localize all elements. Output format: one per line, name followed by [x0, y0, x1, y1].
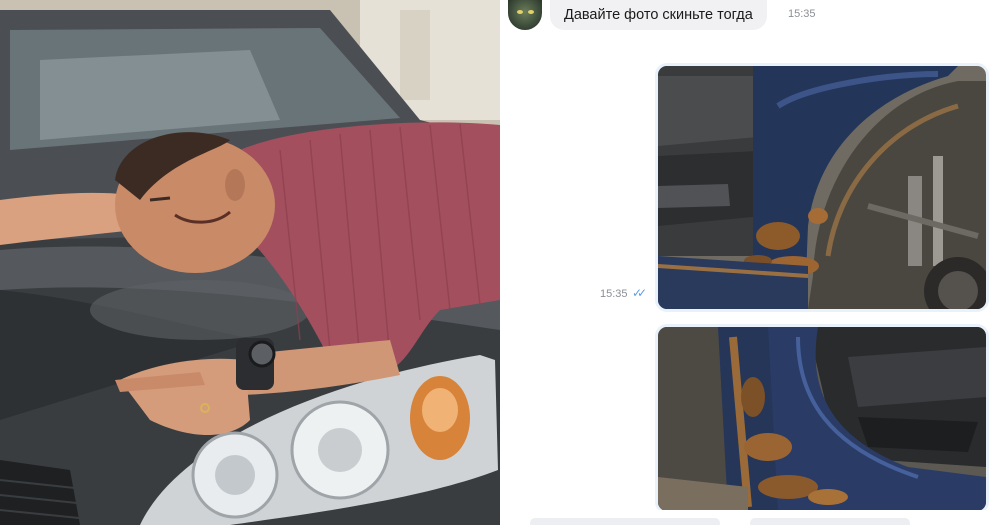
double-check-icon: ✓✓: [632, 286, 647, 300]
avatar-detail: [528, 10, 534, 14]
avatar-detail: [517, 10, 523, 14]
rust-photo-illustration: [658, 66, 986, 309]
incoming-message-text: Давайте фото скиньте тогда: [564, 7, 753, 23]
incoming-message-bubble[interactable]: Давайте фото скиньте тогда: [550, 0, 767, 30]
man-hugging-car-photo: [0, 0, 500, 525]
outgoing-photo-1[interactable]: [655, 63, 989, 312]
composer-placeholder-bar[interactable]: [530, 518, 720, 525]
chat-panel: Давайте фото скиньте тогда 15:35 15:35 ✓…: [500, 0, 1000, 525]
sender-avatar[interactable]: [508, 0, 542, 30]
photo-rusty-rocker-panel: [658, 327, 986, 511]
outgoing-message-time: 15:35: [600, 288, 628, 300]
rust-photo-illustration: [658, 327, 986, 511]
outgoing-photo-2[interactable]: [655, 324, 989, 514]
incoming-message-time: 15:35: [788, 8, 816, 20]
photo-illustration: [0, 0, 500, 525]
composer-placeholder-bar[interactable]: [750, 518, 910, 525]
photo-rusty-wheel-arch: [658, 66, 986, 309]
